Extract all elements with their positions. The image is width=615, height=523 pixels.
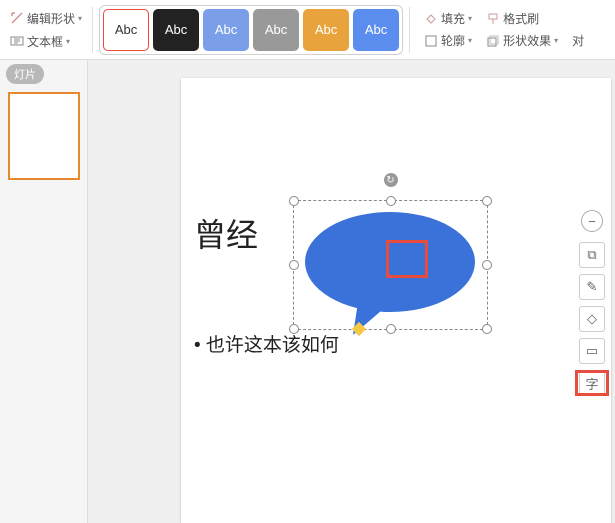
more-button[interactable]: 对 <box>568 30 588 51</box>
outline-icon <box>424 34 438 48</box>
shape-style-2[interactable]: Abc <box>153 9 199 51</box>
slide-thumbnail-1[interactable] <box>8 92 80 180</box>
resize-handle[interactable] <box>289 260 299 270</box>
shape-effects-button[interactable]: 形状效果▾ <box>482 30 562 51</box>
edit-shape-icon <box>10 11 24 25</box>
fill-icon <box>424 12 438 26</box>
rotate-handle[interactable]: ↻ <box>384 173 398 187</box>
slide-panel: 灯片 <box>0 60 88 523</box>
slides-tab[interactable]: 灯片 <box>6 64 44 84</box>
separator <box>409 7 410 53</box>
toolbar: 编辑形状 ▾ 文本框 ▾ Abc Abc Abc Abc Abc Abc 填充▾… <box>0 0 615 60</box>
collapse-button[interactable]: − <box>581 210 603 232</box>
brush-button[interactable]: ✎ <box>579 274 605 300</box>
bubble-text[interactable]: 123 <box>184 108 211 126</box>
text-box-icon <box>10 34 24 48</box>
text-box-label: 文本框 <box>27 33 63 50</box>
shape-style-6[interactable]: Abc <box>353 9 399 51</box>
dropdown-icon: ▾ <box>66 37 70 46</box>
shape-style-1[interactable]: Abc <box>103 9 149 51</box>
fill-label: 填充 <box>441 10 465 27</box>
selection-box[interactable]: ↻ <box>293 200 488 330</box>
edit-shape-button[interactable]: 编辑形状 ▾ <box>6 8 86 29</box>
resize-handle[interactable] <box>386 196 396 206</box>
resize-handle[interactable] <box>289 324 299 334</box>
format-painter-button[interactable]: 格式刷 <box>482 8 543 29</box>
canvas[interactable]: 曾经 • 也许这本该如何 123 ↻ − ⧉ ✎ ◇ ▭ 字 <box>88 60 615 523</box>
floating-toolbar: − ⧉ ✎ ◇ ▭ 字 <box>579 210 605 396</box>
outline-label: 轮廓 <box>441 32 465 49</box>
text-box-button[interactable]: 文本框 ▾ <box>6 31 86 52</box>
fill-button[interactable]: 填充▾ <box>420 8 476 29</box>
dropdown-icon: ▾ <box>78 14 82 23</box>
main-area: 灯片 曾经 • 也许这本该如何 123 ↻ − ⧉ ✎ ◇ ▭ <box>0 60 615 523</box>
outline-button[interactable]: 轮廓▾ <box>420 30 476 51</box>
format-painter-label: 格式刷 <box>503 10 539 27</box>
shape-style-5[interactable]: Abc <box>303 9 349 51</box>
separator <box>92 7 93 53</box>
resize-handle[interactable] <box>289 196 299 206</box>
shape-effects-label: 形状效果 <box>503 32 551 49</box>
format-painter-icon <box>486 12 500 26</box>
resize-handle[interactable] <box>482 324 492 334</box>
shape-styles-gallery: Abc Abc Abc Abc Abc Abc <box>99 5 403 55</box>
resize-handle[interactable] <box>482 196 492 206</box>
highlight-box-outer <box>575 370 609 396</box>
resize-handle[interactable] <box>386 324 396 334</box>
edit-shape-label: 编辑形状 <box>27 10 75 27</box>
crop-button[interactable]: ◇ <box>579 306 605 332</box>
shape-effects-icon <box>486 34 500 48</box>
title-text[interactable]: 曾经 <box>194 210 258 256</box>
layers-button[interactable]: ⧉ <box>579 242 605 268</box>
shape-style-3[interactable]: Abc <box>203 9 249 51</box>
shape-style-4[interactable]: Abc <box>253 9 299 51</box>
resize-handle[interactable] <box>482 260 492 270</box>
box-button[interactable]: ▭ <box>579 338 605 364</box>
